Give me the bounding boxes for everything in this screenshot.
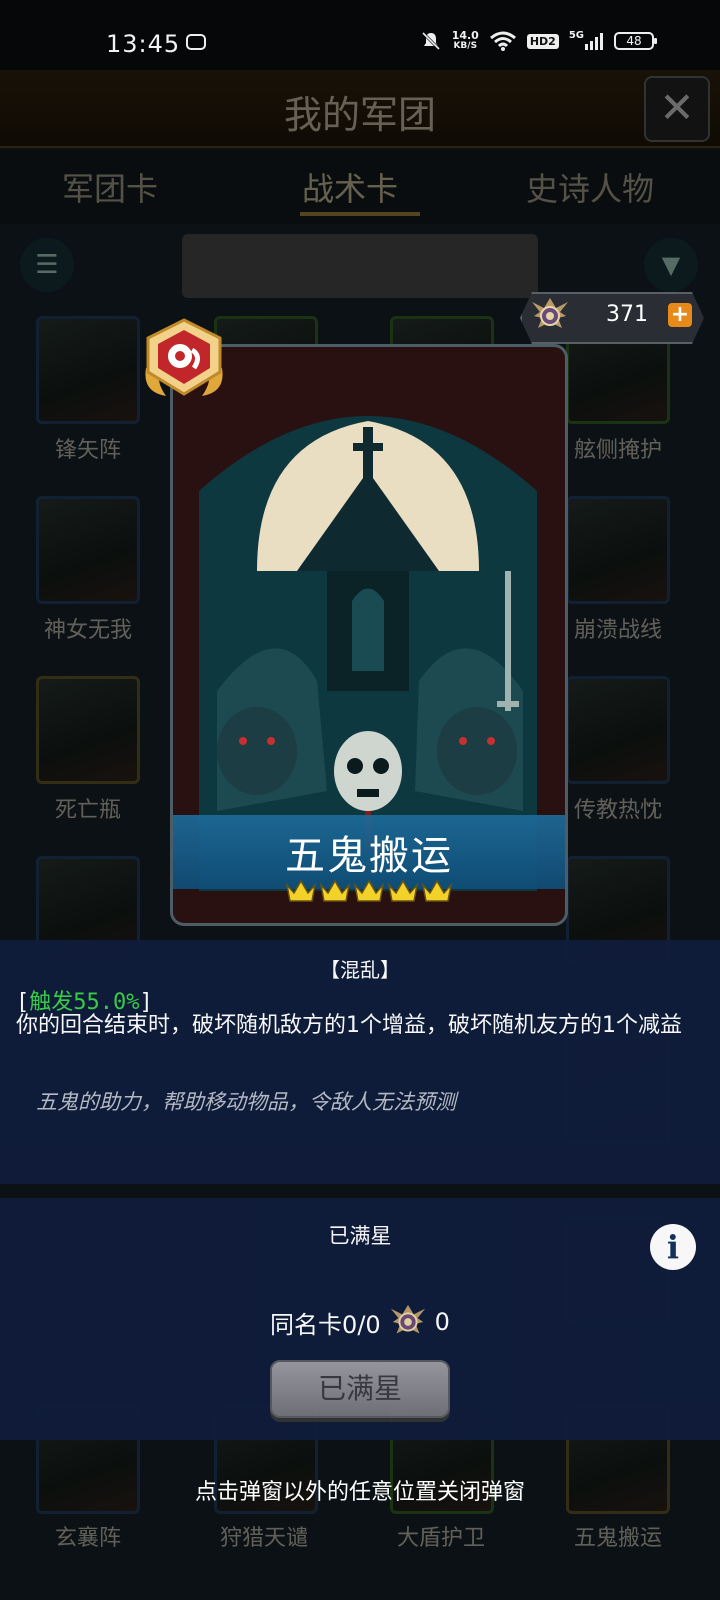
card-thumb-label: 狩猎天谴 xyxy=(219,1526,308,1551)
medal-count: 0 xyxy=(434,1308,450,1336)
signal-icon xyxy=(585,33,603,50)
effect-category: 【混乱】 xyxy=(320,958,400,982)
hd-badge: HD2 xyxy=(526,33,559,49)
net-speed-value: 14.0 xyxy=(451,29,479,42)
header: 我的军团 ✕ xyxy=(0,70,720,148)
search-input[interactable] xyxy=(182,234,538,298)
medal-icon xyxy=(532,298,568,328)
card-thumb-label: 死亡瓶 xyxy=(54,798,121,823)
card-thumb-label: 玄襄阵 xyxy=(54,1526,121,1551)
crown-star-icon xyxy=(319,879,351,902)
crown-star-icon xyxy=(285,879,317,902)
card-thumb-label: 大盾护卫 xyxy=(396,1526,485,1551)
status-time: 13:45 xyxy=(106,30,181,58)
star-status: 已满星 xyxy=(328,1224,392,1248)
tactic-card: 五鬼搬运 xyxy=(170,344,568,926)
effect-description: 你的回合结束时，破坏随机敌方的1个增益，破坏随机友方的1个减益 xyxy=(16,1013,682,1038)
card-thumb[interactable] xyxy=(36,316,140,424)
crown-star-icon xyxy=(387,879,419,902)
mute-icon xyxy=(421,31,440,51)
battery-icon: 48 xyxy=(614,32,657,50)
card-thumb-label: 锋矢阵 xyxy=(54,438,121,463)
filter-icon[interactable]: ▼ xyxy=(644,238,698,292)
card-thumb[interactable] xyxy=(566,496,670,604)
status-icons: 14.0 KB/S HD2 5G 48 xyxy=(420,29,657,52)
network-speed: 14.0 KB/S xyxy=(452,30,479,52)
currency-display: 371 + xyxy=(520,292,704,344)
close-button[interactable]: ✕ xyxy=(644,76,710,142)
tv-app-icon xyxy=(186,34,206,50)
upgrade-star-button[interactable]: 已满星 xyxy=(270,1360,450,1418)
wifi-icon xyxy=(489,31,516,51)
card-name: 五鬼搬运 xyxy=(285,833,453,879)
close-hint: 点击弹窗以外的任意位置关闭弹窗 xyxy=(194,1480,525,1505)
info-icon[interactable]: i xyxy=(650,1224,696,1270)
card-thumb-label: 神女无我 xyxy=(43,618,132,643)
list-menu-icon[interactable]: ☰ xyxy=(20,238,74,292)
tab-underline xyxy=(300,212,420,216)
card-thumb[interactable] xyxy=(36,676,140,784)
card-thumb[interactable] xyxy=(566,676,670,784)
net-speed-unit: KB/S xyxy=(453,41,478,51)
tab-legion-cards[interactable]: 军团卡 xyxy=(62,164,158,210)
page-title: 我的军团 xyxy=(283,93,436,137)
card-thumb[interactable] xyxy=(36,496,140,604)
medal-icon xyxy=(390,1304,425,1334)
tab-bar: 军团卡 战术卡 史诗人物 xyxy=(0,150,720,224)
tab-tactic-cards[interactable]: 战术卡 xyxy=(302,164,398,210)
duplicate-card-count: 同名卡0/0 xyxy=(270,1310,381,1339)
card-description-panel: 【混乱】 [触发55.0%] 你的回合结束时，破坏随机敌方的1个增益，破坏随机友… xyxy=(0,940,720,1184)
crown-star-icon xyxy=(421,879,453,902)
rank-badge-icon xyxy=(145,318,223,396)
star-rating xyxy=(285,877,455,911)
upgrade-panel: 已满星 i 同名卡0/0 0 已满星 xyxy=(0,1198,720,1440)
flavor-text: 五鬼的助力，帮助移动物品，令敌人无法预测 xyxy=(36,1090,456,1114)
signal-type: 5G xyxy=(568,29,584,41)
add-currency-button[interactable]: + xyxy=(668,303,692,327)
tab-epic-characters[interactable]: 史诗人物 xyxy=(526,164,654,210)
currency-value: 371 xyxy=(606,302,648,327)
duplicate-cards-row: 同名卡0/0 0 xyxy=(0,1302,720,1342)
card-thumb-label: 五鬼搬运 xyxy=(573,1526,662,1551)
crown-star-icon xyxy=(353,879,385,902)
